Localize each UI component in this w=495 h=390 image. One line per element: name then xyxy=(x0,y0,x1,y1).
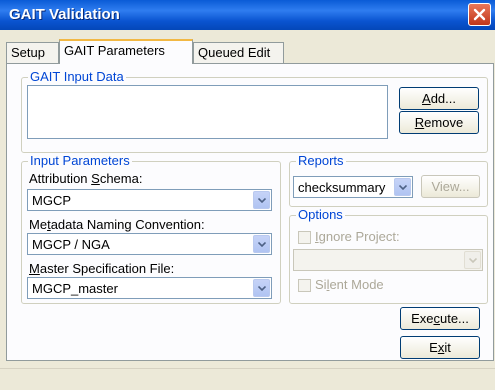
master-specification-file-label: Master Specification File: xyxy=(29,261,175,276)
execute-button[interactable]: Execute... xyxy=(400,307,480,330)
dropdown-arrow[interactable] xyxy=(464,251,481,269)
window-title: GAIT Validation xyxy=(9,6,120,23)
ignore-project-select[interactable] xyxy=(293,249,483,271)
gait-input-data-label: GAIT Input Data xyxy=(28,69,126,84)
input-parameters-label: Input Parameters xyxy=(28,153,132,168)
silent-mode-label: Silent Mode xyxy=(315,277,384,292)
close-button[interactable] xyxy=(468,3,491,26)
attribution-schema-select[interactable]: MGCP xyxy=(27,189,272,211)
title-bar[interactable]: GAIT Validation xyxy=(0,0,495,30)
attribution-schema-value: MGCP xyxy=(32,193,71,208)
gait-validation-window: GAIT Validation Setup GAIT Parameters Qu… xyxy=(0,0,495,390)
metadata-naming-convention-value: MGCP / NGA xyxy=(32,237,110,252)
reports-label: Reports xyxy=(296,153,346,168)
chevron-down-icon xyxy=(258,198,266,203)
dropdown-arrow[interactable] xyxy=(253,279,270,297)
reports-value: checksummary xyxy=(298,180,386,195)
tab-setup[interactable]: Setup xyxy=(6,42,59,63)
master-specification-file-select[interactable]: MGCP_master xyxy=(27,277,272,299)
ignore-project-label: Ignore Project: xyxy=(315,229,400,244)
add-button[interactable]: Add... xyxy=(399,87,479,110)
chevron-down-icon xyxy=(469,258,477,263)
dropdown-arrow[interactable] xyxy=(394,178,411,196)
tab-queued-edit[interactable]: Queued Edit xyxy=(193,42,284,63)
attribution-schema-label: Attribution Schema: xyxy=(29,171,143,186)
silent-mode-checkbox[interactable] xyxy=(298,279,311,292)
status-bar xyxy=(0,368,495,390)
metadata-naming-convention-select[interactable]: MGCP / NGA xyxy=(27,233,272,255)
metadata-naming-convention-label: Metadata Naming Convention: xyxy=(29,217,205,232)
gait-input-list[interactable] xyxy=(27,85,388,139)
options-label: Options xyxy=(296,207,345,222)
chevron-down-icon xyxy=(399,185,407,190)
dropdown-arrow[interactable] xyxy=(253,191,270,209)
view-button[interactable]: View... xyxy=(421,175,480,198)
chevron-down-icon xyxy=(258,286,266,291)
dropdown-arrow[interactable] xyxy=(253,235,270,253)
tab-gait-parameters[interactable]: GAIT Parameters xyxy=(59,39,193,64)
reports-select[interactable]: checksummary xyxy=(293,176,413,198)
remove-button[interactable]: Remove xyxy=(399,111,479,134)
master-specification-file-value: MGCP_master xyxy=(32,281,118,296)
close-icon xyxy=(473,8,486,21)
gait-parameters-panel: GAIT Input Data Add... Remove Input Para… xyxy=(6,63,494,361)
chevron-down-icon xyxy=(258,242,266,247)
ignore-project-checkbox[interactable] xyxy=(298,231,311,244)
exit-button[interactable]: Exit xyxy=(400,336,480,359)
